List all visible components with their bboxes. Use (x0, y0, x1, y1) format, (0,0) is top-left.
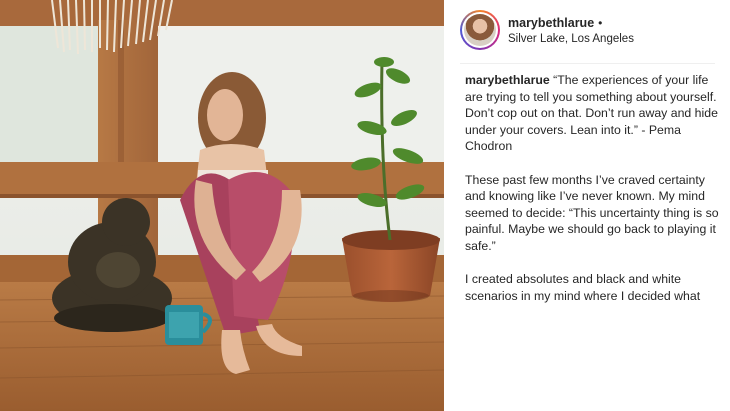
user-row: marybethlarue • (508, 16, 634, 30)
header-text: marybethlarue • Silver Lake, Los Angeles (508, 16, 634, 45)
caption-paragraph-3: I created absolutes and black and white … (465, 272, 701, 303)
post-photo[interactable] (0, 0, 444, 411)
caption-paragraph-1: marybethlarue “The experiences of your l… (465, 72, 719, 155)
profile-avatar-icon[interactable] (460, 10, 500, 50)
post-header: marybethlarue • Silver Lake, Los Angeles (460, 8, 714, 52)
post-panel: marybethlarue • Silver Lake, Los Angeles… (444, 0, 730, 411)
username-link[interactable]: marybethlarue (508, 16, 594, 30)
caption-paragraph-2: These past few months I’ve craved certai… (465, 172, 719, 253)
header-divider (460, 63, 715, 64)
post-caption: marybethlarue “The experiences of your l… (465, 72, 719, 321)
separator-dot: • (598, 15, 603, 30)
avatar (464, 14, 496, 46)
caption-username-link[interactable]: marybethlarue (465, 73, 550, 87)
location-link[interactable]: Silver Lake, Los Angeles (508, 33, 634, 45)
